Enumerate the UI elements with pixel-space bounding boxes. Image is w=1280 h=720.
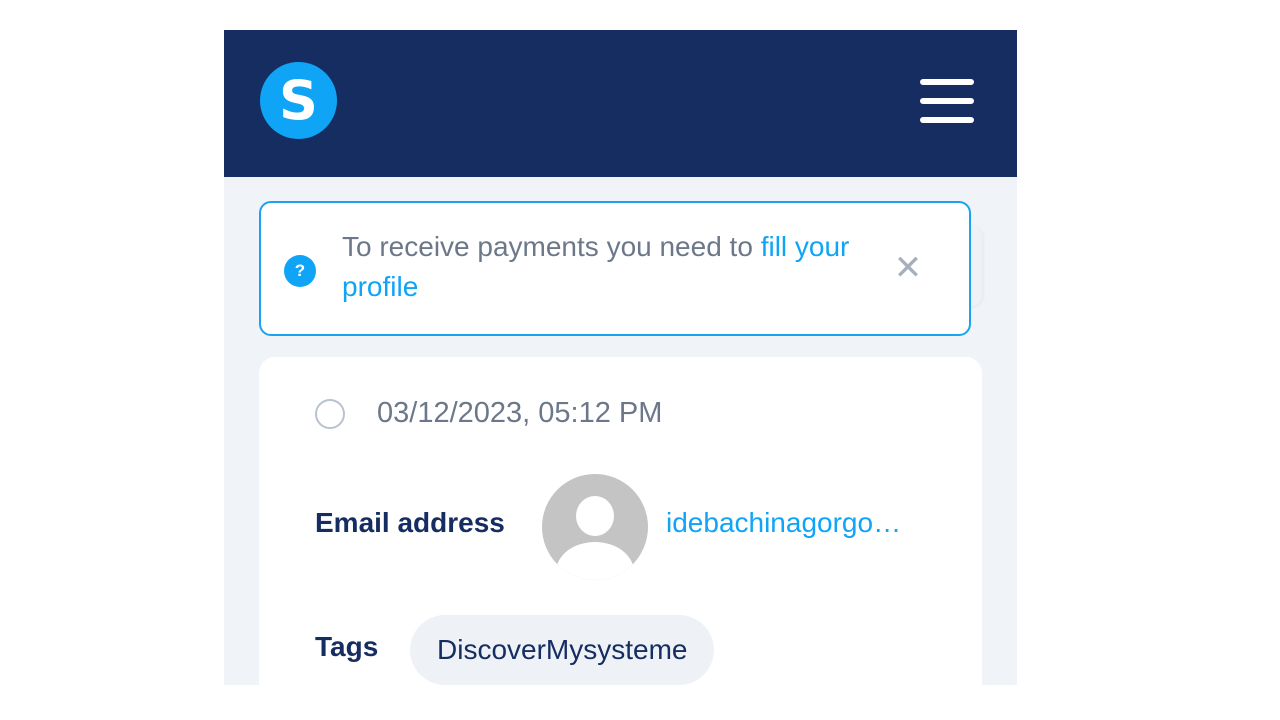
tag-chip[interactable]: DiscoverMysysteme <box>410 615 715 685</box>
hamburger-menu-icon[interactable] <box>920 79 974 123</box>
tags-label: Tags <box>315 631 379 662</box>
select-radio[interactable] <box>315 399 345 429</box>
email-link[interactable]: idebachinagorgoroyaloe@gmail.com <box>666 507 906 539</box>
default-avatar-icon <box>542 474 648 580</box>
record-date: 03/12/2023, 05:12 PM <box>377 397 663 429</box>
payment-alert: ? To receive payments you need to fill y… <box>259 201 971 336</box>
menu-line <box>920 98 974 104</box>
top-bar: S <box>224 30 1017 177</box>
help-circle-icon: ? <box>284 255 316 287</box>
app-frame: S ? To receive payments you need to fill… <box>224 30 1017 685</box>
menu-line <box>920 117 974 123</box>
alert-message: To receive payments you need to fill you… <box>342 227 882 307</box>
alert-text: To receive payments you need to <box>342 231 761 262</box>
menu-line <box>920 79 974 85</box>
avatar-body <box>556 542 634 580</box>
close-icon[interactable]: ✕ <box>893 251 923 285</box>
email-label: Email address <box>315 507 505 538</box>
logo[interactable]: S <box>260 62 337 139</box>
logo-letter: S <box>279 69 318 132</box>
contact-card: 03/12/2023, 05:12 PM Email address ideba… <box>259 357 982 685</box>
avatar-head <box>576 496 614 536</box>
